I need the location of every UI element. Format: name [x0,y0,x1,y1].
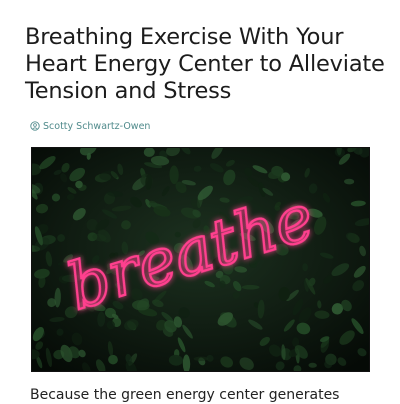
article-body-text: Because the green energy center generate… [30,387,340,403]
author-link[interactable]: Scotty Schwartz-Owen [30,119,150,133]
author-name: Scotty Schwartz-Owen [43,120,151,132]
foliage-leaf [193,356,209,361]
article-title: Breathing Exercise With Your Heart Energ… [25,24,385,104]
foliage-leaf [241,284,260,290]
hero-image: breathe [31,147,370,372]
user-circle-icon [30,121,40,131]
